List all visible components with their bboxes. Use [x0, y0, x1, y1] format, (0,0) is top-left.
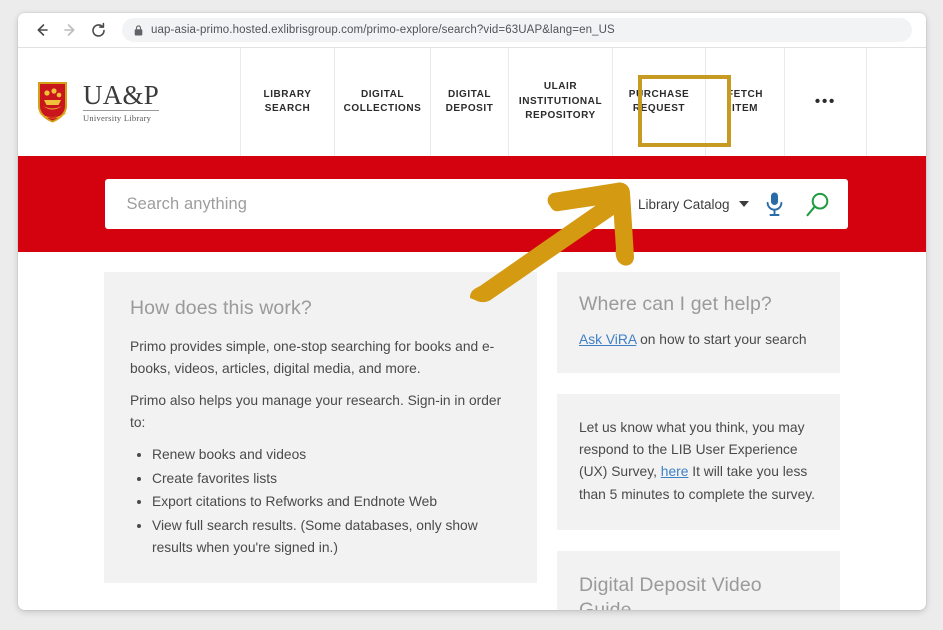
ask-vira-link[interactable]: Ask ViRA [579, 332, 636, 347]
site-header: UA&P University Library LIBRARY SEARCH D… [18, 48, 926, 156]
forward-arrow-icon [64, 24, 75, 36]
logo-wordmark-subtitle: University Library [83, 113, 152, 124]
microphone-icon[interactable] [765, 191, 784, 217]
how-card-paragraph-2: Primo also helps you manage your researc… [130, 393, 502, 430]
nav-label-line1: FETCH [726, 88, 764, 100]
search-box[interactable]: Search anything Library Catalog [104, 179, 848, 229]
nav-label-line1: LIBRARY [263, 88, 312, 100]
how-card-title: How does this work? [130, 297, 312, 319]
how-card-paragraph-1: Primo provides simple, one-stop searchin… [130, 339, 495, 376]
page-content: How does this work? Primo provides simpl… [18, 252, 926, 610]
nav-item-fetch-item[interactable]: FETCH ITEM [705, 48, 784, 156]
nav-label-fetch-item: FETCH ITEM [727, 88, 763, 117]
list-item: Create favorites lists [152, 468, 511, 490]
survey-card-text: Let us know what you think, you may resp… [579, 417, 818, 506]
nav-label-line2: ITEM [731, 103, 759, 114]
browser-window: uap-asia-primo.hosted.exlibrisgroup.com/… [18, 13, 926, 610]
logo-wordmark: UA&P University Library [83, 79, 160, 124]
nav-label-line1: ULAIR [543, 81, 578, 93]
list-item: View full search results. (Some database… [152, 515, 511, 559]
url-text: uap-asia-primo.hosted.exlibrisgroup.com/… [151, 24, 615, 36]
help-card-title: Where can I get help? [579, 293, 772, 315]
how-card-bullet-list: Renew books and videos Create favorites … [152, 444, 511, 559]
chevron-down-icon [738, 201, 749, 207]
search-icon[interactable] [804, 191, 831, 218]
back-arrow-icon [37, 24, 48, 36]
nav-item-library-search[interactable]: LIBRARY SEARCH [240, 48, 334, 156]
nav-label-ulair: ULAIR INSTITUTIONAL REPOSITORY [519, 80, 602, 124]
help-card-text-after: on how to start your search [636, 332, 807, 348]
site-logo[interactable]: UA&P University Library [18, 48, 240, 156]
logo-wordmark-main: UA&P [83, 79, 160, 110]
back-button[interactable] [28, 16, 56, 44]
nav-label-line1: PURCHASE [628, 88, 690, 100]
help-card-text: Ask ViRA on how to start your search [579, 329, 818, 350]
logo-divider [83, 110, 160, 112]
search-scope-dropdown[interactable]: Library Catalog [638, 197, 749, 212]
list-item: Export citations to Refworks and Endnote… [152, 491, 511, 513]
forward-button[interactable] [56, 16, 84, 44]
nav-label-line2: REQUEST [632, 103, 686, 114]
main-navigation: LIBRARY SEARCH DIGITAL COLLECTIONS DIGIT… [240, 48, 926, 156]
nav-item-more[interactable]: ••• [784, 48, 866, 156]
nav-label-line3: REPOSITORY [525, 110, 596, 122]
how-does-this-work-card: How does this work? Primo provides simpl… [104, 272, 537, 583]
nav-item-purchase-request[interactable]: PURCHASE REQUEST [612, 48, 705, 156]
where-can-i-get-help-card: Where can I get help? Ask ViRA on how to… [557, 272, 840, 373]
nav-label-line1: DIGITAL [447, 88, 492, 100]
search-placeholder: Search anything [126, 194, 247, 213]
nav-label-line2: INSTITUTIONAL [518, 95, 603, 107]
uap-crest-icon [37, 82, 68, 123]
search-divider [622, 191, 624, 217]
nav-label-digital-collections: DIGITAL COLLECTIONS [344, 88, 422, 117]
nav-label-line1: DIGITAL [360, 88, 405, 100]
lock-icon [134, 24, 143, 35]
nav-label-digital-deposit: DIGITAL DEPOSIT [446, 88, 494, 117]
nav-label-purchase-request: PURCHASE REQUEST [629, 88, 690, 117]
nav-item-digital-deposit[interactable]: DIGITAL DEPOSIT [430, 48, 508, 156]
search-input[interactable]: Search anything [127, 195, 623, 214]
browser-toolbar: uap-asia-primo.hosted.exlibrisgroup.com/… [18, 13, 926, 48]
ux-survey-card: Let us know what you think, you may resp… [557, 393, 840, 531]
nav-label-line2: COLLECTIONS [343, 103, 422, 114]
list-item: Renew books and videos [152, 444, 511, 466]
nav-label-line2: SEARCH [264, 103, 311, 114]
search-band: Search anything Library Catalog [18, 156, 926, 252]
digital-deposit-video-guide-card: Digital Deposit Video Guide [557, 551, 840, 610]
reload-icon [91, 22, 105, 37]
screenshot-root: uap-asia-primo.hosted.exlibrisgroup.com/… [0, 0, 943, 630]
right-column: Where can I get help? Ask ViRA on how to… [557, 272, 840, 610]
nav-label-line2: DEPOSIT [445, 103, 494, 114]
nav-item-digital-collections[interactable]: DIGITAL COLLECTIONS [334, 48, 430, 156]
video-card-title: Digital Deposit Video Guide [579, 574, 762, 610]
address-bar[interactable]: uap-asia-primo.hosted.exlibrisgroup.com/… [122, 18, 912, 42]
search-scope-label: Library Catalog [637, 196, 730, 212]
ellipsis-icon: ••• [814, 93, 837, 111]
nav-item-ulair-institutional-repository[interactable]: ULAIR INSTITUTIONAL REPOSITORY [508, 48, 612, 156]
nav-label-library-search: LIBRARY SEARCH [264, 88, 312, 117]
survey-here-link[interactable]: here [661, 464, 689, 479]
nav-filler [866, 48, 926, 156]
reload-button[interactable] [84, 16, 112, 44]
